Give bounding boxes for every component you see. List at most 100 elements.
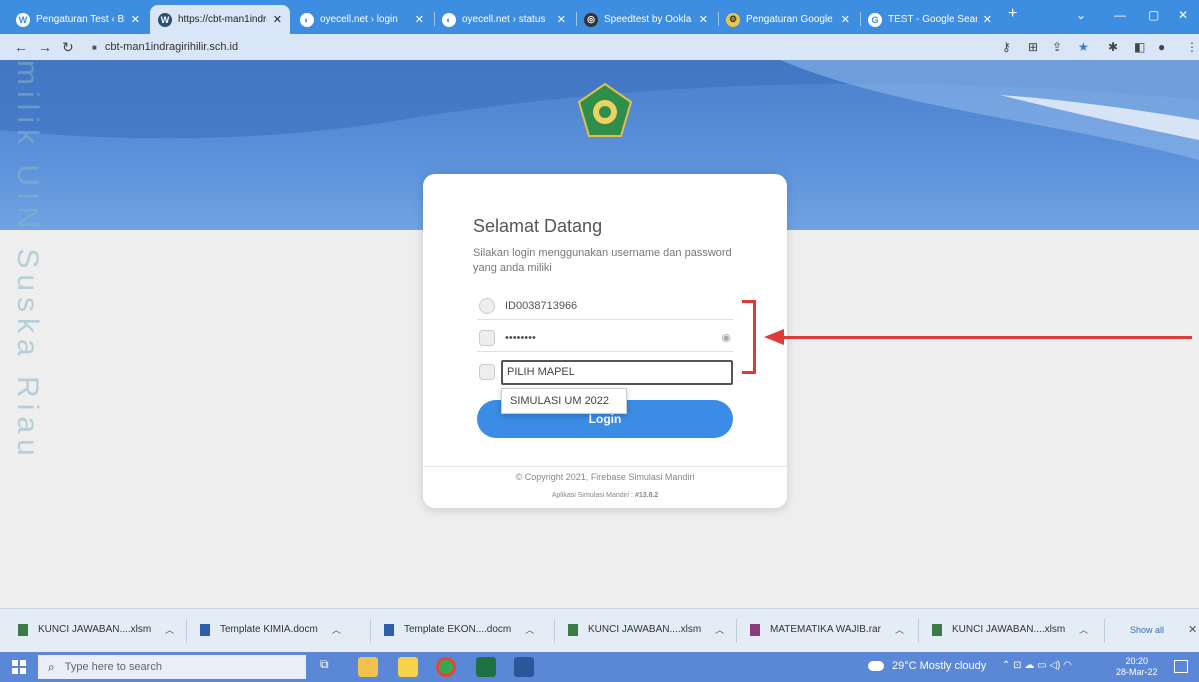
excel-icon: [18, 623, 28, 636]
excel-icon: [932, 623, 942, 636]
window-close-icon[interactable]: ✕: [1178, 8, 1188, 22]
login-subtitle: Silakan login menggunakan username dan p…: [473, 247, 732, 274]
taskbar-search-input[interactable]: ⌕ Type here to search: [38, 655, 306, 679]
extensions-icon[interactable]: ✱: [1108, 40, 1118, 54]
download-item[interactable]: MATEMATIKA WAJIB.rar ︿: [750, 623, 904, 636]
sticky-notes-icon[interactable]: [398, 657, 418, 677]
browser-tab-bar: W Pengaturan Test ‹ Bim ✕ W https://cbt-…: [0, 0, 1199, 34]
annotation-arrow-head: [764, 329, 784, 345]
minimize-icon[interactable]: —: [1114, 8, 1126, 22]
tab-label: https://cbt-man1indra: [178, 14, 267, 25]
password-field[interactable]: •••••••• ◉: [477, 326, 733, 352]
rar-icon: [750, 623, 760, 636]
tab-pengaturan-google[interactable]: ⚙ Pengaturan Google D ✕: [718, 5, 858, 34]
mapel-select[interactable]: PILIH MAPEL: [501, 360, 733, 385]
tab-label: oyecell.net › status: [462, 14, 546, 25]
chevron-up-icon[interactable]: ︿: [715, 623, 724, 636]
maximize-icon[interactable]: ▢: [1148, 8, 1159, 22]
mapel-option[interactable]: SIMULASI UM 2022: [501, 388, 627, 414]
download-item[interactable]: KUNCI JAWABAN....xlsm ︿: [18, 623, 174, 636]
speedtest-icon: ◎: [584, 12, 598, 27]
download-label: KUNCI JAWABAN....xlsm: [952, 624, 1066, 635]
close-icon[interactable]: ✕: [131, 13, 140, 26]
download-label: KUNCI JAWABAN....xlsm: [588, 624, 702, 635]
clock-date: 28-Mar-22: [1116, 667, 1158, 677]
tab-google-search[interactable]: G TEST - Google Search ✕: [860, 5, 1000, 34]
login-card: Selamat Datang Silakan login menggunakan…: [423, 174, 787, 508]
download-item[interactable]: Template EKON....docm ︿: [384, 623, 534, 636]
kemenag-logo: [577, 82, 633, 137]
separator: [186, 619, 187, 643]
clock[interactable]: 20:20 28-Mar-22: [1116, 656, 1158, 678]
close-icon[interactable]: ✕: [557, 13, 566, 26]
reload-icon[interactable]: ↻: [62, 39, 74, 56]
menu-icon[interactable]: ⋮: [1186, 40, 1198, 54]
download-label: KUNCI JAWABAN....xlsm: [38, 624, 152, 635]
tab-speedtest[interactable]: ◎ Speedtest by Ookla - ✕: [576, 5, 716, 34]
weather-widget[interactable]: 29°C Mostly cloudy: [868, 660, 986, 672]
tab-label: Pengaturan Test ‹ Bim: [36, 14, 125, 25]
profile-icon[interactable]: ●: [1158, 40, 1165, 54]
annotation-bracket: [742, 300, 756, 374]
excel-app-icon[interactable]: [476, 657, 496, 677]
tab-oyecell-login[interactable]: ◐ oyecell.net › login ✕: [292, 5, 432, 34]
chevron-up-icon[interactable]: ︿: [1079, 623, 1088, 636]
windows-start-icon[interactable]: [12, 660, 26, 674]
file-explorer-icon[interactable]: [358, 657, 378, 677]
system-tray-icons[interactable]: ⌃ ⊡ ☁ ▭ ◁) ◠: [1002, 660, 1072, 671]
cloud-icon: [868, 661, 884, 671]
download-item[interactable]: KUNCI JAWABAN....xlsm ︿: [932, 623, 1088, 636]
separator: [736, 619, 737, 643]
word-app-icon[interactable]: [514, 657, 534, 677]
forward-icon[interactable]: →: [38, 39, 52, 55]
chevron-up-icon[interactable]: ︿: [332, 623, 341, 636]
downloads-bar: KUNCI JAWABAN....xlsm ︿ Template KIMIA.d…: [0, 608, 1199, 652]
url-text: cbt-man1indragirihilir.sch.id: [104, 41, 239, 53]
eye-icon[interactable]: ◉: [721, 331, 731, 344]
user-icon: [479, 298, 495, 314]
tab-search-icon[interactable]: ⌄: [1076, 8, 1086, 22]
close-icon[interactable]: ✕: [983, 13, 992, 26]
excel-icon: [568, 623, 578, 636]
chrome-icon[interactable]: [436, 657, 456, 677]
share-icon[interactable]: ⇪: [1052, 40, 1062, 54]
lock-icon[interactable]: ■: [92, 43, 97, 52]
notification-icon[interactable]: [1174, 660, 1188, 673]
page-content: milik UIN Suska Riau Selamat Datang Sila…: [0, 60, 1199, 608]
close-icon[interactable]: ✕: [699, 13, 708, 26]
login-title: Selamat Datang: [473, 216, 603, 236]
translate-icon[interactable]: ⊞: [1028, 40, 1038, 54]
taskbar: ⌕ Type here to search ⧉ 29°C Mostly clou…: [0, 652, 1199, 682]
tab-oyecell-status[interactable]: ◐ oyecell.net › status ✕: [434, 5, 574, 34]
chevron-up-icon[interactable]: ︿: [165, 623, 174, 636]
chevron-up-icon[interactable]: ︿: [525, 623, 534, 636]
oyecell-icon: ◐: [300, 12, 314, 27]
close-icon[interactable]: ✕: [415, 13, 424, 26]
card-divider: [423, 466, 787, 467]
tab-label: Pengaturan Google D: [746, 14, 835, 25]
tab-pengaturan-test[interactable]: W Pengaturan Test ‹ Bim ✕: [8, 5, 148, 34]
download-item[interactable]: KUNCI JAWABAN....xlsm ︿: [568, 623, 724, 636]
word-icon: [384, 623, 394, 636]
annotation-arrow-line: [782, 336, 1192, 339]
sidebar-icon[interactable]: ◧: [1134, 40, 1145, 54]
close-icon[interactable]: ✕: [1188, 623, 1197, 636]
separator: [554, 619, 555, 643]
google-icon: G: [868, 12, 882, 27]
show-all-link[interactable]: Show all: [1130, 625, 1164, 635]
key-icon[interactable]: ⚷: [1002, 40, 1011, 54]
search-placeholder: Type here to search: [64, 661, 162, 673]
new-tab-button[interactable]: +: [1008, 5, 1017, 23]
copyright-text: © Copyright 2021, Firebase Simulasi Mand…: [515, 472, 695, 482]
star-icon[interactable]: ★: [1078, 40, 1089, 54]
close-icon[interactable]: ✕: [273, 13, 282, 26]
back-icon[interactable]: ←: [14, 39, 28, 55]
download-label: Template KIMIA.docm: [220, 624, 318, 635]
tab-cbt-active[interactable]: W https://cbt-man1indra ✕: [150, 5, 290, 34]
download-item[interactable]: Template KIMIA.docm ︿: [200, 623, 341, 636]
task-view-icon[interactable]: ⧉: [320, 657, 340, 677]
chevron-up-icon[interactable]: ︿: [895, 623, 904, 636]
username-field[interactable]: ID0038713966: [477, 294, 733, 320]
url-field[interactable]: ■ cbt-man1indragirihilir.sch.id: [92, 38, 238, 56]
close-icon[interactable]: ✕: [841, 13, 850, 26]
